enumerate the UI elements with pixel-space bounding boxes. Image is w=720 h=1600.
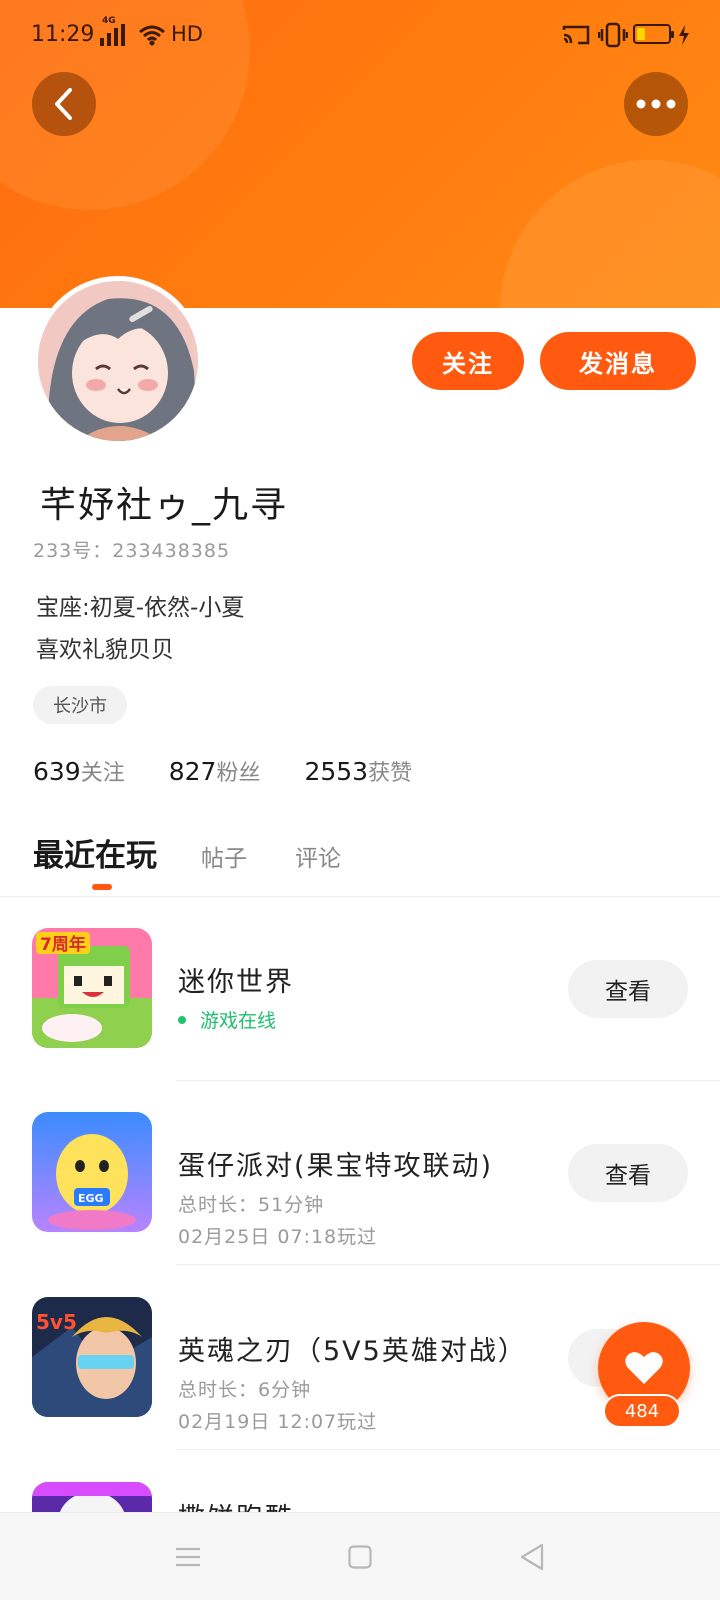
profile-tabs: 最近在玩 帖子 评论 [33, 830, 389, 875]
menu-button[interactable] [172, 1541, 204, 1573]
profile-stats: 639关注 827粉丝 2553获赞 [33, 755, 412, 787]
view-button[interactable]: 查看 [568, 960, 688, 1018]
home-button[interactable] [344, 1541, 376, 1573]
back-button[interactable] [32, 72, 96, 136]
like-count-badge: 484 [603, 1394, 681, 1428]
last-played-time: 02月25日 07:18玩过 [178, 1226, 378, 1248]
game-name: 撒饼跑酷 [178, 1496, 294, 1512]
game-list-item[interactable]: 撒饼跑酷 [0, 1482, 720, 1512]
avatar[interactable] [33, 276, 203, 446]
bio-line: 喜欢礼貌贝贝 [36, 637, 174, 663]
stat-value: 827 [168, 757, 217, 786]
game-list-item[interactable]: EGG 蛋仔派对(果宝特攻联动) 总时长：51分钟 02月25日 07:18玩过… [0, 1112, 720, 1296]
game-name: 英魂之刃（5V5英雄对战） [178, 1336, 527, 1367]
active-tab-indicator [92, 884, 112, 890]
vibrate-icon [598, 22, 628, 48]
stat-label: 粉丝 [216, 761, 261, 786]
hd-indicator: HD [171, 22, 203, 46]
home-square-icon [348, 1545, 372, 1569]
tab-posts[interactable]: 帖子 [201, 839, 247, 873]
game-icon-mini-world: 7周年 [32, 928, 152, 1048]
charging-icon [679, 25, 689, 45]
user-id: 233号：233438385 [33, 540, 231, 562]
game-icon-eggy-party: EGG [32, 1112, 152, 1232]
more-dots-icon [636, 99, 676, 109]
following-count[interactable]: 639关注 [33, 755, 125, 787]
send-message-button[interactable]: 发消息 [540, 332, 696, 390]
profile-header-banner: 11:29 4G HD [0, 0, 720, 308]
network-type: 4G [102, 16, 116, 26]
stat-value: 2553 [304, 757, 369, 786]
system-navigation-bar [0, 1512, 720, 1600]
avatar-image [38, 281, 198, 441]
location-tag: 长沙市 [33, 686, 127, 724]
back-triangle-icon [520, 1543, 544, 1571]
wifi-icon [139, 25, 165, 46]
cast-icon [562, 25, 590, 45]
heart-icon [625, 1352, 663, 1384]
game-list-item[interactable]: 7周年 迷你世界 游戏在线 查看 [0, 928, 720, 1112]
username: 芊妤社ゥ_九寻 [40, 485, 289, 526]
menu-icon [176, 1547, 200, 1567]
online-status-label: 游戏在线 [200, 1010, 277, 1032]
play-duration: 总时长：51分钟 [178, 1194, 325, 1216]
svg-text:EGG: EGG [78, 1192, 104, 1205]
play-duration: 总时长：6分钟 [178, 1379, 312, 1401]
last-played-time: 02月19日 12:07玩过 [178, 1411, 378, 1433]
online-status: 游戏在线 [178, 1006, 276, 1033]
game-name: 迷你世界 [178, 967, 294, 998]
divider [0, 896, 720, 897]
online-dot-icon [178, 1015, 186, 1024]
stat-label: 获赞 [368, 761, 413, 786]
game-icon-hero-blade: 5v5 [32, 1297, 152, 1417]
followers-count[interactable]: 827粉丝 [169, 755, 261, 787]
svg-text:7周年: 7周年 [40, 934, 86, 955]
header-decoration [500, 160, 720, 308]
divider [176, 1080, 720, 1081]
stat-value: 639 [33, 757, 81, 786]
tab-comments[interactable]: 评论 [295, 839, 341, 873]
divider [176, 1264, 720, 1265]
back-nav-button[interactable] [516, 1541, 548, 1573]
status-bar: 11:29 4G HD [0, 0, 720, 72]
user-bio: 宝座:初夏-依然-小夏 喜欢礼貌贝贝 [36, 587, 244, 671]
bio-line: 宝座:初夏-依然-小夏 [36, 595, 245, 621]
likes-count[interactable]: 2553获赞 [304, 755, 412, 787]
game-name: 蛋仔派对(果宝特攻联动) [178, 1151, 494, 1182]
tab-recently-played[interactable]: 最近在玩 [33, 830, 157, 875]
battery-icon [633, 24, 674, 44]
stat-label: 关注 [80, 761, 125, 786]
svg-text:5v5: 5v5 [36, 1310, 77, 1334]
more-options-button[interactable] [624, 72, 688, 136]
view-button[interactable]: 查看 [568, 1144, 688, 1202]
back-arrow-icon [55, 88, 72, 120]
follow-button[interactable]: 关注 [412, 332, 524, 390]
game-icon-subway-run [32, 1482, 152, 1512]
cellular-signal-icon: 4G [100, 16, 125, 46]
status-time: 11:29 [31, 22, 95, 47]
divider [176, 1449, 720, 1450]
